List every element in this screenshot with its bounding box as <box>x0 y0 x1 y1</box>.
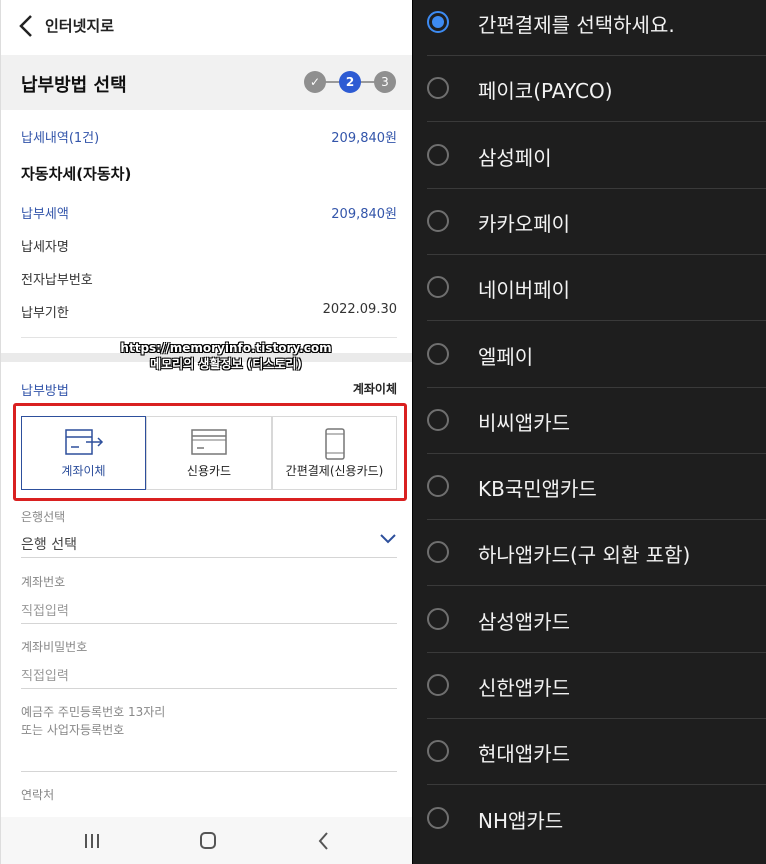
tax-item-row: 자동차세(자동차) <box>21 163 397 184</box>
payment-method-value: 계좌이체 <box>352 382 397 396</box>
radio-selected-icon[interactable] <box>427 11 449 33</box>
simple-pay-option-label: KB국민앱카드 <box>478 477 597 501</box>
credit-card-icon <box>191 429 227 455</box>
simple-pay-chooser: 간편결제를 선택하세요. 페이코(PAYCO) 삼성페이카카오페이네이버페이엘페이비… <box>413 0 766 864</box>
account-number-label: 계좌번호 <box>21 575 66 589</box>
account-number-underline <box>21 623 397 624</box>
mobile-phone-icon <box>324 428 345 460</box>
section-header: 납부방법 선택 ✓ 2 3 <box>1 55 413 110</box>
simple-pay-option[interactable]: NH앱카드 <box>413 785 766 851</box>
simple-pay-option-label: 카카오페이 <box>478 212 570 236</box>
app-title: 인터넷지로 <box>45 17 115 35</box>
simple-pay-option[interactable]: 하나앱카드(구 외환 포함) <box>413 519 766 585</box>
radio-icon[interactable] <box>427 740 449 762</box>
tax-item-name: 자동차세(자동차) <box>21 165 132 183</box>
bank-transfer-icon <box>64 429 103 455</box>
radio-icon[interactable] <box>427 475 449 497</box>
payment-method-screen: 인터넷지로 납부방법 선택 ✓ 2 3 납세내역(1건) 209,840원 자동… <box>0 0 413 864</box>
radio-icon[interactable] <box>427 674 449 696</box>
radio-icon[interactable] <box>427 608 449 630</box>
system-nav-bar <box>1 817 413 864</box>
step-2-current: 2 <box>339 71 361 93</box>
simple-pay-option[interactable]: 비씨앱카드 <box>413 387 766 453</box>
simple-pay-option[interactable]: 카카오페이 <box>413 188 766 254</box>
chevron-down-icon[interactable] <box>379 533 397 545</box>
option-bank-transfer[interactable]: 계좌이체 <box>21 416 146 490</box>
radio-icon[interactable] <box>427 343 449 365</box>
epay-number-label: 전자납부번호 <box>21 273 93 288</box>
divider <box>21 337 397 338</box>
simple-pay-option-label: 비씨앱카드 <box>478 411 570 435</box>
simple-pay-option[interactable]: 현대앱카드 <box>413 718 766 784</box>
radio-icon[interactable] <box>427 77 449 99</box>
simple-pay-option[interactable]: 간편결제를 선택하세요. <box>413 0 766 55</box>
amount-row: 납부세액 209,840원 <box>21 203 397 222</box>
tax-detail-label: 납세내역(1건) <box>21 131 100 146</box>
simple-pay-option-label: 간편결제를 선택하세요. <box>478 13 675 37</box>
simple-pay-option-label: 신한앱카드 <box>478 676 570 700</box>
home-icon[interactable] <box>193 829 223 853</box>
account-number-input[interactable]: 직접입력 <box>21 600 69 619</box>
taxpayer-row: 납세자명 <box>21 236 397 255</box>
step-indicator: ✓ 2 3 <box>304 70 396 94</box>
radio-icon[interactable] <box>427 541 449 563</box>
simple-pay-option-label: 현대앱카드 <box>478 742 570 766</box>
contact-label: 연락처 <box>21 788 55 802</box>
epay-number-row: 전자납부번호 <box>21 269 397 288</box>
simple-pay-option-label: 네이버페이 <box>478 278 570 302</box>
app-bar: 인터넷지로 <box>1 0 413 52</box>
due-label: 납부기한 <box>21 306 69 321</box>
simple-pay-option[interactable]: 네이버페이 <box>413 254 766 320</box>
id-number-underline <box>21 771 397 772</box>
radio-icon[interactable] <box>427 210 449 232</box>
radio-icon[interactable] <box>427 409 449 431</box>
amount-value: 209,840원 <box>331 207 397 222</box>
simple-pay-option-label: 하나앱카드(구 외환 포함) <box>478 543 691 567</box>
amount-label: 납부세액 <box>21 207 69 222</box>
watermark: https://memoryinfo.tistory.com 메모리의 생활정보… <box>101 340 351 372</box>
simple-pay-option[interactable]: 삼성페이 <box>413 122 766 188</box>
back-arrow-icon[interactable] <box>17 14 37 38</box>
payment-method-label: 납부방법 <box>21 384 69 399</box>
account-password-label: 계좌비밀번호 <box>21 640 88 654</box>
bank-select[interactable]: 은행 선택 <box>21 534 77 554</box>
option-bank-transfer-label: 계좌이체 <box>61 464 106 478</box>
simple-pay-option-label: 삼성페이 <box>478 146 552 170</box>
simple-pay-option-label: 엘페이 <box>478 345 534 369</box>
bank-select-underline <box>21 557 397 558</box>
due-row: 납부기한 2022.09.30 <box>21 302 397 321</box>
bank-select-label: 은행선택 <box>21 510 66 524</box>
account-password-underline <box>21 688 397 689</box>
recent-apps-icon[interactable] <box>77 829 107 853</box>
page-title: 납부방법 선택 <box>21 75 127 96</box>
watermark-title: 메모리의 생활정보 (티스토리) <box>150 357 302 371</box>
simple-pay-option[interactable]: KB국민앱카드 <box>413 453 766 519</box>
tax-detail-row: 납세내역(1건) 209,840원 <box>21 127 397 146</box>
option-simple-pay[interactable]: 간편결제(신용카드) <box>272 416 397 490</box>
simple-pay-option-label: 삼성앱카드 <box>478 610 570 634</box>
option-credit-card-label: 신용카드 <box>186 464 232 478</box>
radio-icon[interactable] <box>427 276 449 298</box>
simple-pay-option-label: NH앱카드 <box>478 809 564 833</box>
radio-icon[interactable] <box>427 807 449 829</box>
simple-pay-option-label: 페이코(PAYCO) <box>478 79 613 103</box>
watermark-url: https://memoryinfo.tistory.com <box>120 341 332 355</box>
option-credit-card[interactable]: 신용카드 <box>146 416 272 490</box>
option-simple-pay-label: 간편결제(신용카드) <box>285 464 384 478</box>
step-1-done: ✓ <box>304 71 326 93</box>
account-password-input[interactable]: 직접입력 <box>21 665 69 684</box>
due-value: 2022.09.30 <box>322 302 397 317</box>
step-3: 3 <box>374 71 396 93</box>
taxpayer-label: 납세자명 <box>21 240 69 255</box>
id-note-line2[interactable]: 또는 사업자등록번호 <box>21 721 124 738</box>
simple-pay-option[interactable]: 삼성앱카드 <box>413 586 766 652</box>
simple-pay-option[interactable]: 페이코(PAYCO) <box>413 55 766 121</box>
simple-pay-option[interactable]: 엘페이 <box>413 321 766 387</box>
tax-detail-amount: 209,840원 <box>331 131 397 146</box>
payment-method-row: 납부방법 계좌이체 <box>21 380 397 399</box>
nav-back-icon[interactable] <box>309 829 339 853</box>
id-note-line1: 예금주 주민등록번호 13자리 <box>21 705 166 719</box>
simple-pay-option[interactable]: 신한앱카드 <box>413 652 766 718</box>
radio-icon[interactable] <box>427 144 449 166</box>
